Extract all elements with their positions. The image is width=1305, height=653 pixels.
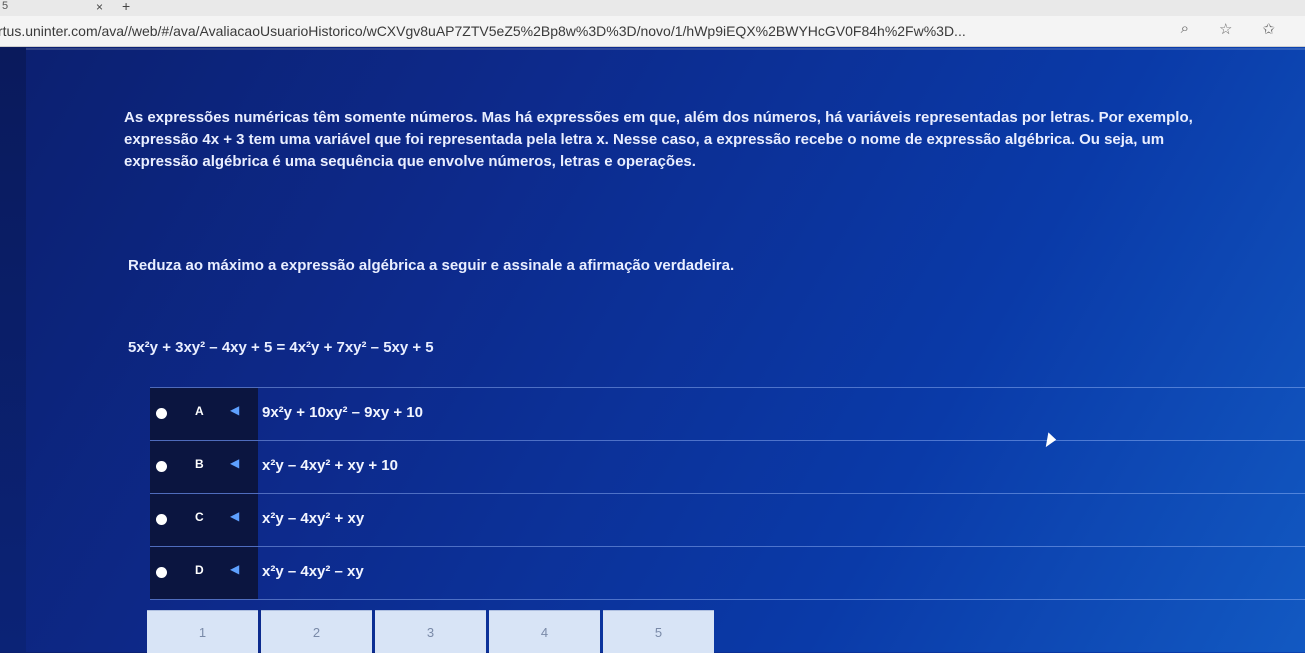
question-text: Reduza ao máximo a expressão algébrica a… [128,257,735,274]
tab-close-icon[interactable]: × [96,0,103,14]
url-text[interactable]: rtus.uninter.com/ava//web/#/ava/Avaliaca… [0,23,1088,39]
radio-button[interactable] [156,567,167,578]
page-button[interactable]: 5 [603,610,714,653]
left-rail [0,47,26,652]
tab-count: 5 [2,0,9,12]
option-c[interactable]: C ◀ x²y – 4xy² + xy [150,494,1305,547]
star-icon[interactable]: ☆ [1219,20,1232,38]
speaker-icon[interactable]: ◀ [230,403,239,417]
new-tab-icon[interactable]: + [122,0,130,14]
question-pager: 1 2 3 4 5 [147,610,714,653]
page-button[interactable]: 4 [489,610,600,653]
option-letter: D [195,563,204,577]
option-letter: A [195,404,204,418]
intro-line: expressão 4x + 3 tem uma variável que fo… [124,131,1165,148]
radio-button[interactable] [156,514,167,525]
speaker-icon[interactable]: ◀ [230,562,239,576]
page-button[interactable]: 1 [147,610,258,653]
page-content: As expressões numéricas têm somente núme… [0,47,1305,652]
option-b[interactable]: B ◀ x²y – 4xy² + xy + 10 [150,441,1305,494]
intro-line: expressão algébrica é uma sequência que … [124,153,696,170]
radio-button[interactable] [156,408,167,419]
search-icon[interactable]: ⌕ [1181,20,1189,38]
radio-button[interactable] [156,461,167,472]
speaker-icon[interactable]: ◀ [230,456,239,470]
option-a[interactable]: A ◀ 9x²y + 10xy² – 9xy + 10 [150,387,1305,441]
intro-line: As expressões numéricas têm somente núme… [124,109,1193,126]
address-bar[interactable]: rtus.uninter.com/ava//web/#/ava/Avaliaca… [0,16,1305,47]
divider [0,48,1305,50]
option-text[interactable]: 9x²y + 10xy² – 9xy + 10 [262,404,423,421]
option-text[interactable]: x²y – 4xy² – xy [262,563,364,580]
option-d[interactable]: D ◀ x²y – 4xy² – xy [150,547,1305,600]
option-text[interactable]: x²y – 4xy² + xy + 10 [262,457,398,474]
algebraic-expression: 5x²y + 3xy² – 4xy + 5 = 4x²y + 7xy² – 5x… [128,339,434,356]
speaker-icon[interactable]: ◀ [230,509,239,523]
page-button[interactable]: 3 [375,610,486,653]
favorites-icon[interactable]: ✩ [1262,20,1275,38]
intro-text: As expressões numéricas têm somente núme… [124,107,1304,173]
option-text[interactable]: x²y – 4xy² + xy [262,510,364,527]
option-letter: C [195,510,204,524]
page-button[interactable]: 2 [261,610,372,653]
option-letter: B [195,457,204,471]
answer-options: A ◀ 9x²y + 10xy² – 9xy + 10 B ◀ x²y – 4x… [150,387,1305,600]
